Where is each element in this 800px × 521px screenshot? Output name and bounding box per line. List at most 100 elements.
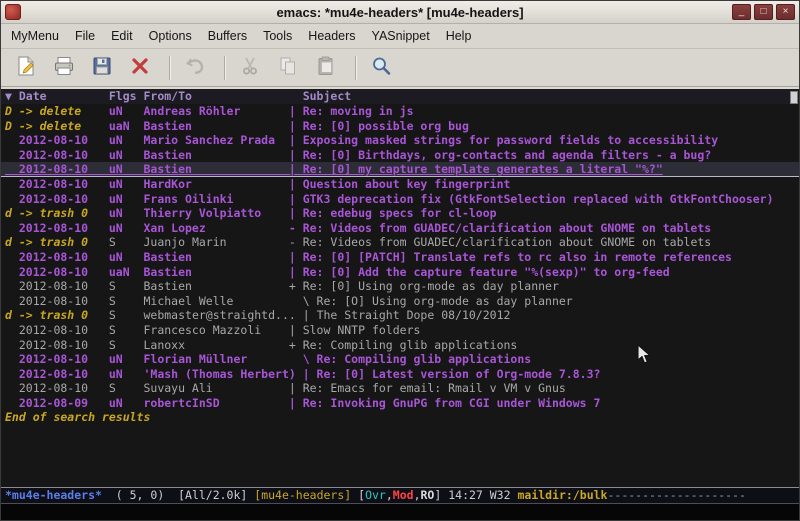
row-segment-unread: 2012-08-10 uN Florian Müllner \ Re: Comp… [5,352,531,366]
message-row[interactable]: 2012-08-10 S Michael Welle \ Re: [O] Usi… [1,294,799,309]
modeline-segment-plain: , [414,488,421,502]
window-title: emacs: *mu4e-headers* [mu4e-headers] [1,5,799,20]
save-button[interactable] [85,52,119,83]
modeline-segment-plain: , [386,488,393,502]
print-icon [53,55,75,80]
modeline-segment-dash: -------------------- [607,488,745,502]
row-segment-mark: d -> trash 0 [5,308,109,322]
search-icon [370,55,392,80]
row-segment-unread: 2012-08-10 uN Bastien | Re: [0] Birthday… [5,148,711,162]
message-row[interactable]: 2012-08-10 uN Florian Müllner \ Re: Comp… [1,352,799,367]
save-icon [91,55,113,80]
message-row[interactable]: 2012-08-10 S Suvayu Ali | Re: Emacs for … [1,381,799,396]
message-row[interactable]: d -> trash 0 uN Thierry Volpiatto | Re: … [1,206,799,221]
toolbar-separator [355,56,356,80]
message-row[interactable]: 2012-08-10 uN Bastien | Re: [0] Birthday… [1,148,799,163]
new-file-button[interactable] [9,52,43,83]
menubar: MyMenuFileEditOptionsBuffersToolsHeaders… [1,24,799,49]
close-buffer-button[interactable] [123,52,157,83]
message-row-current[interactable]: 2012-08-10 uN Bastien | Re: [0] my captu… [1,162,799,177]
row-segment-unread: 2012-08-10 uN Bastien | Re: [0] my captu… [5,162,663,176]
modeline-segment-mod: Mod [393,488,414,502]
message-row[interactable]: 2012-08-09 uN robertcInSD | Re: Invoking… [1,396,799,411]
row-segment-unread: 2012-08-09 uN robertcInSD | Re: Invoking… [5,396,600,410]
row-segment-mark: D -> delete [5,119,109,133]
minimize-button[interactable]: _ [732,4,751,20]
modeline-segment-plain: ] [434,488,448,502]
menu-item-mymenu[interactable]: MyMenu [3,25,67,47]
menu-item-yasnippet[interactable]: YASnippet [364,25,438,47]
row-segment-unread: uN Andreas Röhler | Re: moving in js [109,104,414,118]
paste-button[interactable] [309,52,343,83]
toolbar [1,49,799,87]
minibuffer[interactable] [1,504,799,520]
row-segment-unread: 2012-08-10 uN 'Mash (Thomas Herbert) | R… [5,367,600,381]
message-row[interactable]: 2012-08-10 uN Frans Oilinki | GTK3 depre… [1,192,799,207]
message-row[interactable]: 2012-08-10 uN Xan Lopez - Re: Videos fro… [1,221,799,236]
message-row[interactable]: 2012-08-10 uN HardKor | Question about k… [1,177,799,192]
row-segment-mark: D -> delete [5,104,109,118]
modeline-segment-dir: maildir:/bulk [517,488,607,502]
row-segment-unread: 2012-08-10 uN Bastien | Re: [0] [PATCH] … [5,250,732,264]
modeline-segment-mode: [mu4e-headers] [254,488,351,502]
menu-item-tools[interactable]: Tools [255,25,300,47]
titlebar[interactable]: emacs: *mu4e-headers* [mu4e-headers] _ □ × [1,1,799,24]
message-row[interactable]: 2012-08-10 uaN Bastien | Re: [0] Add the… [1,265,799,280]
modeline-segment-plain: ( 5, 0) [All/2.0k] [102,488,254,502]
header-line: ▼ Date Flgs From/To Subject [1,89,799,104]
print-button[interactable] [47,52,81,83]
maximize-button[interactable]: □ [754,4,773,20]
modeline: *mu4e-headers* ( 5, 0) [All/2.0k] [mu4e-… [1,487,799,504]
message-row[interactable]: 2012-08-10 uN Bastien | Re: [0] [PATCH] … [1,250,799,265]
row-segment-read: 2012-08-10 S Suvayu Ali | Re: Emacs for … [5,381,566,395]
menu-item-edit[interactable]: Edit [103,25,141,47]
row-segment-read: 2012-08-10 S Francesco Mazzoli | Slow NN… [5,323,420,337]
message-row[interactable]: 2012-08-10 S Lanoxx + Re: Compiling glib… [1,338,799,353]
row-segment-unread: 2012-08-10 uN Mario Sanchez Prada | Expo… [5,133,718,147]
row-segment-mark: d -> trash 0 [5,235,109,249]
row-segment-read: S Juanjo Marin - Re: Videos from GUADEC/… [109,235,711,249]
row-segment-read: S webmaster@straightd... | The Straight … [109,308,511,322]
row-segment-unread: uaN Bastien | Re: [0] possible org bug [109,119,469,133]
emacs-window: emacs: *mu4e-headers* [mu4e-headers] _ □ ×… [0,0,800,521]
window-controls: _ □ × [732,4,795,20]
message-row[interactable]: 2012-08-10 uN Mario Sanchez Prada | Expo… [1,133,799,148]
scrollbar-thumb[interactable] [790,91,798,104]
undo-icon [184,55,206,80]
cut-icon [239,55,261,80]
undo-button[interactable] [178,52,212,83]
close-button[interactable]: × [776,4,795,20]
message-row[interactable]: 2012-08-10 uN 'Mash (Thomas Herbert) | R… [1,367,799,382]
message-row[interactable]: D -> delete uaN Bastien | Re: [0] possib… [1,119,799,134]
new-file-icon [15,55,37,80]
cut-button[interactable] [233,52,267,83]
mouse-cursor [637,344,651,370]
modeline-segment-plain: [ [351,488,365,502]
message-list: D -> delete uN Andreas Röhler | Re: movi… [1,104,799,410]
search-button[interactable] [364,52,398,83]
message-row[interactable]: D -> delete uN Andreas Röhler | Re: movi… [1,104,799,119]
row-segment-read: 2012-08-10 S Michael Welle \ Re: [O] Usi… [5,294,573,308]
menu-item-headers[interactable]: Headers [300,25,363,47]
row-segment-mark: d -> trash 0 [5,206,109,220]
menu-item-help[interactable]: Help [438,25,480,47]
copy-button[interactable] [271,52,305,83]
modeline-segment-plain: 14:27 W32 [448,488,517,502]
menu-item-file[interactable]: File [67,25,103,47]
buffer-area[interactable]: ▼ Date Flgs From/To Subject D -> delete … [1,87,799,487]
row-segment-unread: 2012-08-10 uN Frans Oilinki | GTK3 depre… [5,192,774,206]
maximize-icon: □ [760,6,766,17]
menu-item-options[interactable]: Options [141,25,200,47]
menu-item-buffers[interactable]: Buffers [200,25,255,47]
modeline-segment-buf: *mu4e-headers* [5,488,102,502]
message-row[interactable]: 2012-08-10 S Francesco Mazzoli | Slow NN… [1,323,799,338]
message-row[interactable]: d -> trash 0 S webmaster@straightd... | … [1,308,799,323]
message-row[interactable]: d -> trash 0 S Juanjo Marin - Re: Videos… [1,235,799,250]
row-segment-unread: 2012-08-10 uaN Bastien | Re: [0] Add the… [5,265,670,279]
close-icon: × [783,6,789,17]
toolbar-separator [224,56,225,80]
message-row[interactable]: 2012-08-10 S Bastien + Re: [0] Using org… [1,279,799,294]
copy-icon [277,55,299,80]
row-segment-read: 2012-08-10 S Lanoxx + Re: Compiling glib… [5,338,517,352]
emacs-app-icon [5,4,21,20]
